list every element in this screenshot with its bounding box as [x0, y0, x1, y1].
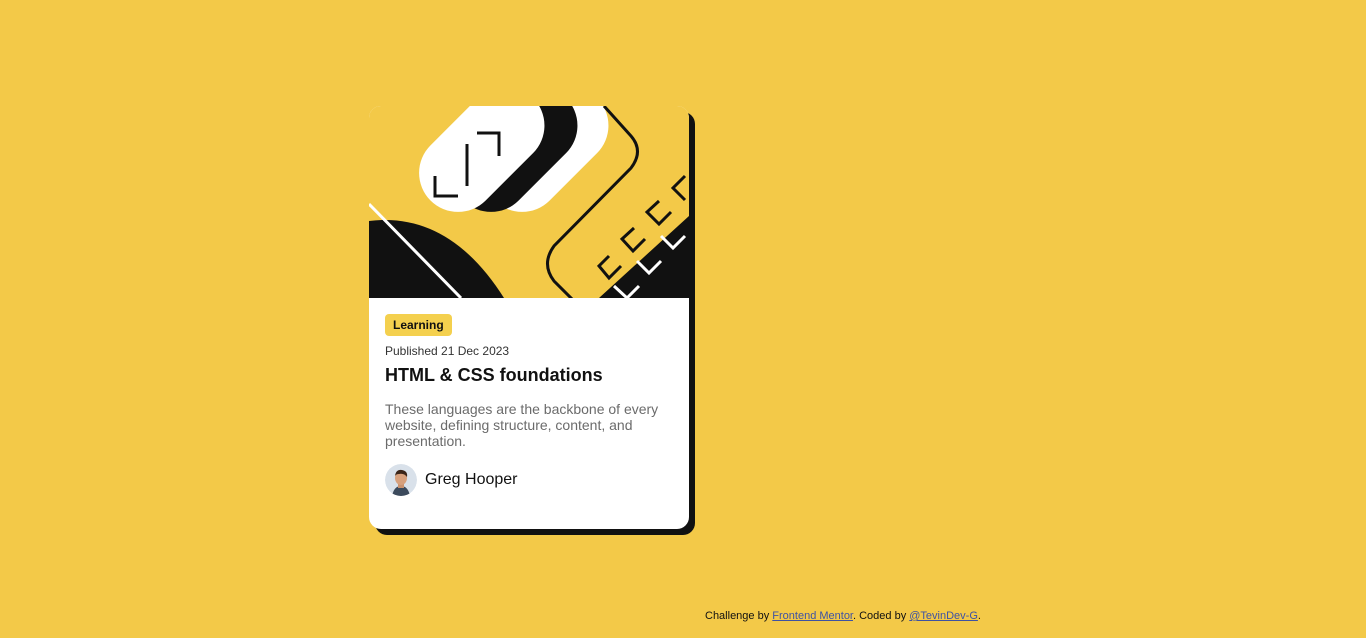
attribution-middle: . Coded by [853, 610, 910, 622]
blog-preview-card: Learning Published 21 Dec 2023 HTML & CS… [369, 106, 689, 529]
author-name: Greg Hooper [425, 471, 518, 488]
card-title[interactable]: HTML & CSS foundations [385, 365, 603, 386]
author: Greg Hooper [385, 464, 518, 496]
card-description: These languages are the backbone of ever… [385, 401, 659, 449]
avatar-icon [385, 464, 417, 496]
author-profile-link[interactable]: @TevinDev-G [909, 610, 978, 622]
attribution-suffix: . [977, 610, 981, 622]
frontend-mentor-link[interactable]: Frontend Mentor [772, 610, 853, 622]
illustration-image [369, 106, 689, 298]
published-date: Published 21 Dec 2023 [385, 344, 510, 358]
attribution: Challenge by Frontend Mentor. Coded by @… [705, 610, 981, 622]
attribution-prefix: Challenge by [705, 610, 773, 622]
category-tag: Learning [385, 314, 452, 336]
